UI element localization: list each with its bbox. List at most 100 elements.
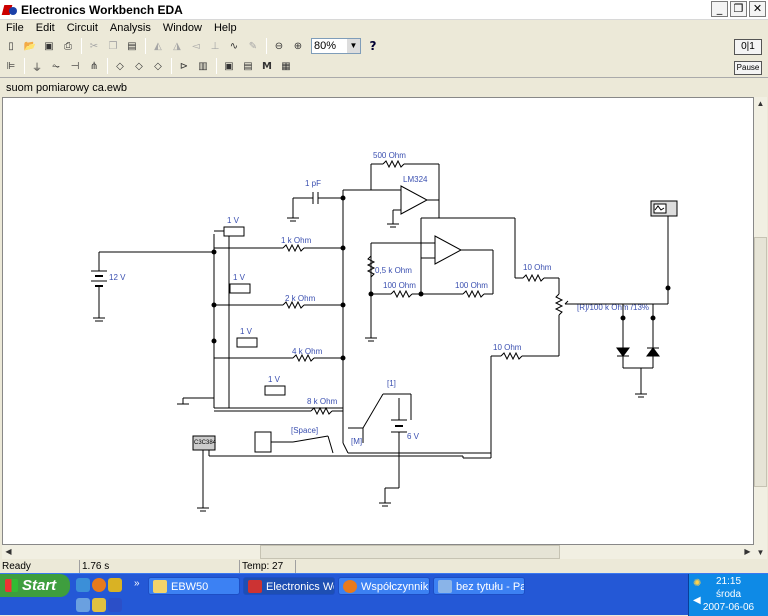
label-chip: C3C384 xyxy=(194,440,217,446)
start-button[interactable]: Start xyxy=(0,574,70,597)
task-ebw50[interactable]: EBW50 xyxy=(148,577,240,595)
menu-circuit[interactable]: Circuit xyxy=(61,22,104,34)
resistor-4k[interactable] xyxy=(214,353,343,363)
horizontal-scrollbar[interactable]: ◀ ▶ xyxy=(2,545,754,559)
switch-space[interactable] xyxy=(254,431,334,454)
voltmeter-1[interactable] xyxy=(214,226,245,237)
resistor-100b[interactable] xyxy=(421,289,493,299)
gear-icon[interactable] xyxy=(108,578,122,592)
save-icon[interactable]: ▣ xyxy=(40,38,58,55)
flip-horizontal-icon[interactable]: ◮ xyxy=(168,38,186,55)
resistor-2k[interactable] xyxy=(214,300,343,310)
label-r100a: 100 Ohm xyxy=(383,281,416,290)
zoom-select[interactable]: 80% ▼ xyxy=(311,38,361,54)
quicklaunch-chevron-icon[interactable]: » xyxy=(134,578,140,589)
transistors-icon[interactable]: ⋔ xyxy=(85,58,103,75)
digital-ics-icon[interactable]: ◇ xyxy=(149,58,167,75)
task-paint[interactable]: bez tytułu - Paint xyxy=(433,577,525,595)
graph-icon[interactable]: ∿ xyxy=(225,38,243,55)
paste-icon[interactable]: ▤ xyxy=(123,38,141,55)
copy-icon[interactable]: ❐ xyxy=(104,38,122,55)
open-folder-icon[interactable]: 📂 xyxy=(21,38,39,55)
voltmeter-4[interactable] xyxy=(264,385,286,396)
component-properties-icon[interactable]: ✎ xyxy=(244,38,262,55)
menu-bar: File Edit Circuit Analysis Window Help xyxy=(0,20,768,36)
label-cap: 1 pF xyxy=(305,179,321,188)
potentiometer[interactable] xyxy=(554,278,573,353)
save-icon[interactable] xyxy=(108,598,122,612)
firefox-icon[interactable] xyxy=(92,578,106,592)
scroll-up-icon[interactable]: ▲ xyxy=(754,97,767,110)
task-electronics-workbench[interactable]: Electronics Wor... xyxy=(243,577,335,595)
resistor-10b[interactable] xyxy=(490,351,560,458)
basic-icon[interactable]: ⏦ xyxy=(47,58,65,75)
speaker-icon[interactable]: ◀ xyxy=(693,594,701,607)
voltmeter-3[interactable] xyxy=(236,337,258,348)
resistor-100a[interactable] xyxy=(371,289,421,299)
minimize-button[interactable]: _ xyxy=(711,1,728,17)
source-6v[interactable] xyxy=(379,419,407,507)
print-icon[interactable]: ⎙ xyxy=(59,38,77,55)
circuit-canvas[interactable]: 12 V 1 V 1 V 1 V 1 V 1 k Ohm 2 k Ohm 4 k… xyxy=(2,97,754,545)
resistor-1k[interactable] xyxy=(214,243,343,253)
zoom-in-icon[interactable]: ⊕ xyxy=(289,38,307,55)
subcircuit-icon[interactable]: ⊥ xyxy=(206,38,224,55)
controls-icon[interactable]: ▤ xyxy=(239,58,257,75)
menu-window[interactable]: Window xyxy=(157,22,208,34)
diodes-icon[interactable]: ⊣ xyxy=(66,58,84,75)
capacitor-1pf[interactable] xyxy=(287,192,343,222)
rotate-icon[interactable]: ◭ xyxy=(149,38,167,55)
scroll-down-icon[interactable]: ▼ xyxy=(754,546,767,559)
label-key1: [1] xyxy=(387,379,396,388)
label-r8k: 8 k Ohm xyxy=(307,397,338,406)
menu-help[interactable]: Help xyxy=(208,22,243,34)
chip-c3c384[interactable] xyxy=(177,397,491,512)
menu-analysis[interactable]: Analysis xyxy=(104,22,157,34)
resistor-8k[interactable] xyxy=(214,406,343,416)
app-icon xyxy=(1,3,17,17)
sources-icon[interactable]: ⏚ xyxy=(28,58,46,75)
horizontal-scroll-thumb[interactable] xyxy=(260,545,560,559)
parts-bin-icon[interactable]: ⊫ xyxy=(2,58,20,75)
label-r500: 500 Ohm xyxy=(373,151,406,160)
main-toolbar: ▯ 📂 ▣ ⎙ ✂ ❐ ▤ ◭ ◮ ◅ ⊥ ∿ ✎ ⊖ ⊕ 80% ▼ ? xyxy=(0,36,768,56)
new-file-icon[interactable]: ▯ xyxy=(2,38,20,55)
network-icon[interactable] xyxy=(76,598,90,612)
instruments-icon[interactable]: ▦ xyxy=(277,58,295,75)
miscellaneous-icon[interactable]: M xyxy=(258,58,276,75)
voltmeter-2[interactable] xyxy=(229,283,251,294)
start-label: Start xyxy=(22,577,57,594)
vertical-scroll-thumb[interactable] xyxy=(754,237,767,487)
analog-ics-icon[interactable]: ◇ xyxy=(111,58,129,75)
flip-vertical-icon[interactable]: ◅ xyxy=(187,38,205,55)
menu-file[interactable]: File xyxy=(0,22,30,34)
logic-gates-icon[interactable]: ⊳ xyxy=(175,58,193,75)
label-r10b: 10 Ohm xyxy=(493,343,522,352)
vertical-scrollbar[interactable]: ▲ ▼ xyxy=(754,97,767,559)
opamp-lm324[interactable] xyxy=(370,159,440,228)
label-opamp1: LM324 xyxy=(403,175,428,184)
help-icon[interactable]: ? xyxy=(364,38,382,55)
maximize-button[interactable]: ❐ xyxy=(730,1,747,17)
menu-edit[interactable]: Edit xyxy=(30,22,61,34)
digital-icon[interactable]: ▥ xyxy=(194,58,212,75)
scroll-left-icon[interactable]: ◀ xyxy=(2,545,15,558)
desktop-icon[interactable] xyxy=(76,578,90,592)
mixed-ics-icon[interactable]: ◇ xyxy=(130,58,148,75)
indicators-icon[interactable]: ▣ xyxy=(220,58,238,75)
switch-1[interactable] xyxy=(362,393,412,429)
battery-12v[interactable] xyxy=(91,252,107,322)
oscilloscope-icon[interactable] xyxy=(650,200,678,217)
power-switch[interactable]: 0|1 xyxy=(734,39,762,55)
pause-button[interactable]: Pause xyxy=(734,61,762,75)
zoom-out-icon[interactable]: ⊖ xyxy=(270,38,288,55)
folder-icon[interactable] xyxy=(92,598,106,612)
schematic: 12 V 1 V 1 V 1 V 1 V 1 k Ohm 2 k Ohm 4 k… xyxy=(91,151,678,512)
label-source6v: 6 V xyxy=(407,432,420,441)
task-label: EBW50 xyxy=(171,581,209,593)
cut-icon[interactable]: ✂ xyxy=(85,38,103,55)
close-button[interactable]: ✕ xyxy=(749,1,766,17)
diode-pair[interactable] xyxy=(616,318,660,398)
scroll-right-icon[interactable]: ▶ xyxy=(741,545,754,558)
task-firefox[interactable]: Współczynnik tł... xyxy=(338,577,430,595)
